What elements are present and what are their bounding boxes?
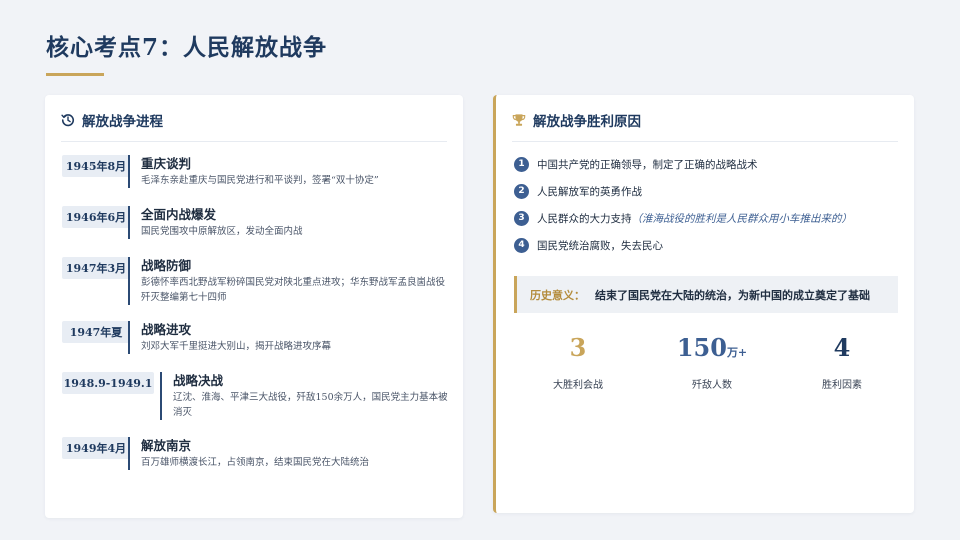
stat-value: 4 xyxy=(782,333,902,368)
historical-significance: 历史意义： 结束了国民党在大陆的统治，为新中国的成立奠定了基础 xyxy=(514,276,898,313)
reasons-card-header: 解放战争胜利原因 xyxy=(512,110,641,130)
timeline-body: 全面内战爆发 国民党围攻中原解放区，发动全面内战 xyxy=(128,206,451,239)
reason-number: 2 xyxy=(514,183,529,199)
reason-text: 国民党统治腐败，失去民心 xyxy=(537,239,663,252)
stat-label: 歼敌人数 xyxy=(692,380,732,391)
timeline-date: 1948.9-1949.1 xyxy=(62,372,154,394)
stat-number: 150 xyxy=(676,333,727,362)
timeline-body: 战略防御 彭德怀率西北野战军粉碎国民党对陕北重点进攻；华东野战军孟良崮战役歼灭整… xyxy=(128,257,451,305)
stat-value: 150万+ xyxy=(652,333,772,368)
reason-number: 3 xyxy=(514,210,529,226)
reason-item: 2 人民解放军的英勇作战 xyxy=(514,182,904,200)
timeline-date: 1949年4月 xyxy=(62,437,130,459)
timeline-title: 战略决战 xyxy=(173,373,224,388)
stat-value: 3 xyxy=(518,333,638,368)
reason-text: 中国共产党的正确领导，制定了正确的战略战术 xyxy=(537,158,758,171)
title-underline xyxy=(46,73,104,76)
timeline-body: 战略决战 辽沈、淮海、平津三大战役，歼敌150余万人，国民党主力基本被消灭 xyxy=(160,372,451,420)
reason-number: 4 xyxy=(514,237,529,253)
stat-label: 胜利因素 xyxy=(822,380,862,391)
timeline-title: 全面内战爆发 xyxy=(141,207,217,222)
timeline-body: 战略进攻 刘邓大军千里挺进大别山，揭开战略进攻序幕 xyxy=(128,321,451,354)
timeline-title: 战略防御 xyxy=(141,258,192,273)
timeline-desc: 彭德怀率西北野战军粉碎国民党对陕北重点进攻；华东野战军孟良崮战役歼灭整编第七十四… xyxy=(141,277,446,303)
reason-main-text: 人民群众的大力支持 xyxy=(537,212,632,225)
timeline-date: 1947年夏 xyxy=(62,321,130,343)
trophy-icon xyxy=(512,113,526,127)
timeline-body: 解放南京 百万雄师横渡长江，占领南京，结束国民党在大陆统治 xyxy=(128,437,451,470)
reason-item: 4 国民党统治腐败，失去民心 xyxy=(514,236,904,254)
stat-number: 3 xyxy=(569,333,587,362)
timeline-desc: 毛泽东亲赴重庆与国民党进行和平谈判，签署“双十协定” xyxy=(141,175,379,186)
reasons-card: 解放战争胜利原因 1 中国共产党的正确领导，制定了正确的战略战术 2 人民解放军… xyxy=(493,95,914,513)
timeline-card-title: 解放战争进程 xyxy=(82,114,163,130)
reason-text: 人民解放军的英勇作战 xyxy=(537,185,642,198)
stat-label: 大胜利会战 xyxy=(553,380,603,391)
timeline-body: 重庆谈判 毛泽东亲赴重庆与国民党进行和平谈判，签署“双十协定” xyxy=(128,155,451,188)
reasons-card-title: 解放战争胜利原因 xyxy=(533,114,641,130)
significance-label: 历史意义： xyxy=(530,288,585,302)
significance-text: 结束了国民党在大陆的统治，为新中国的成立奠定了基础 xyxy=(595,288,870,302)
timeline-title: 重庆谈判 xyxy=(141,156,192,171)
timeline-date: 1947年3月 xyxy=(62,257,130,279)
history-icon xyxy=(61,113,75,127)
stat-battles: 3 大胜利会战 xyxy=(518,333,638,391)
timeline-date: 1946年6月 xyxy=(62,206,130,228)
divider xyxy=(61,141,447,142)
stat-unit: 万+ xyxy=(726,346,748,359)
timeline-card: 解放战争进程 1945年8月 重庆谈判 毛泽东亲赴重庆与国民党进行和平谈判，签署… xyxy=(45,95,463,518)
timeline-card-header: 解放战争进程 xyxy=(61,110,163,130)
timeline-title: 战略进攻 xyxy=(141,322,192,337)
timeline-date: 1945年8月 xyxy=(62,155,130,177)
timeline-desc: 国民党围攻中原解放区，发动全面内战 xyxy=(141,226,303,237)
reason-number: 1 xyxy=(514,156,529,172)
reason-item: 3 人民群众的大力支持（淮海战役的胜利是人民群众用小车推出来的） xyxy=(514,209,904,227)
timeline-desc: 百万雄师横渡长江，占领南京，结束国民党在大陆统治 xyxy=(141,457,370,468)
reason-item: 1 中国共产党的正确领导，制定了正确的战略战术 xyxy=(514,155,904,173)
timeline-desc: 刘邓大军千里挺进大别山，揭开战略进攻序幕 xyxy=(141,341,332,352)
stat-enemies: 150万+ 歼敌人数 xyxy=(652,333,772,391)
stat-number: 4 xyxy=(833,333,851,362)
timeline-title: 解放南京 xyxy=(141,438,192,453)
reason-note: （淮海战役的胜利是人民群众用小车推出来的） xyxy=(631,212,853,225)
timeline-desc: 辽沈、淮海、平津三大战役，歼敌150余万人，国民党主力基本被消灭 xyxy=(173,392,448,418)
page-title: 核心考点7：人民解放战争 xyxy=(46,34,328,61)
stat-factors: 4 胜利因素 xyxy=(782,333,902,391)
reason-text: 人民群众的大力支持（淮海战役的胜利是人民群众用小车推出来的） xyxy=(537,211,852,226)
divider xyxy=(512,141,898,142)
